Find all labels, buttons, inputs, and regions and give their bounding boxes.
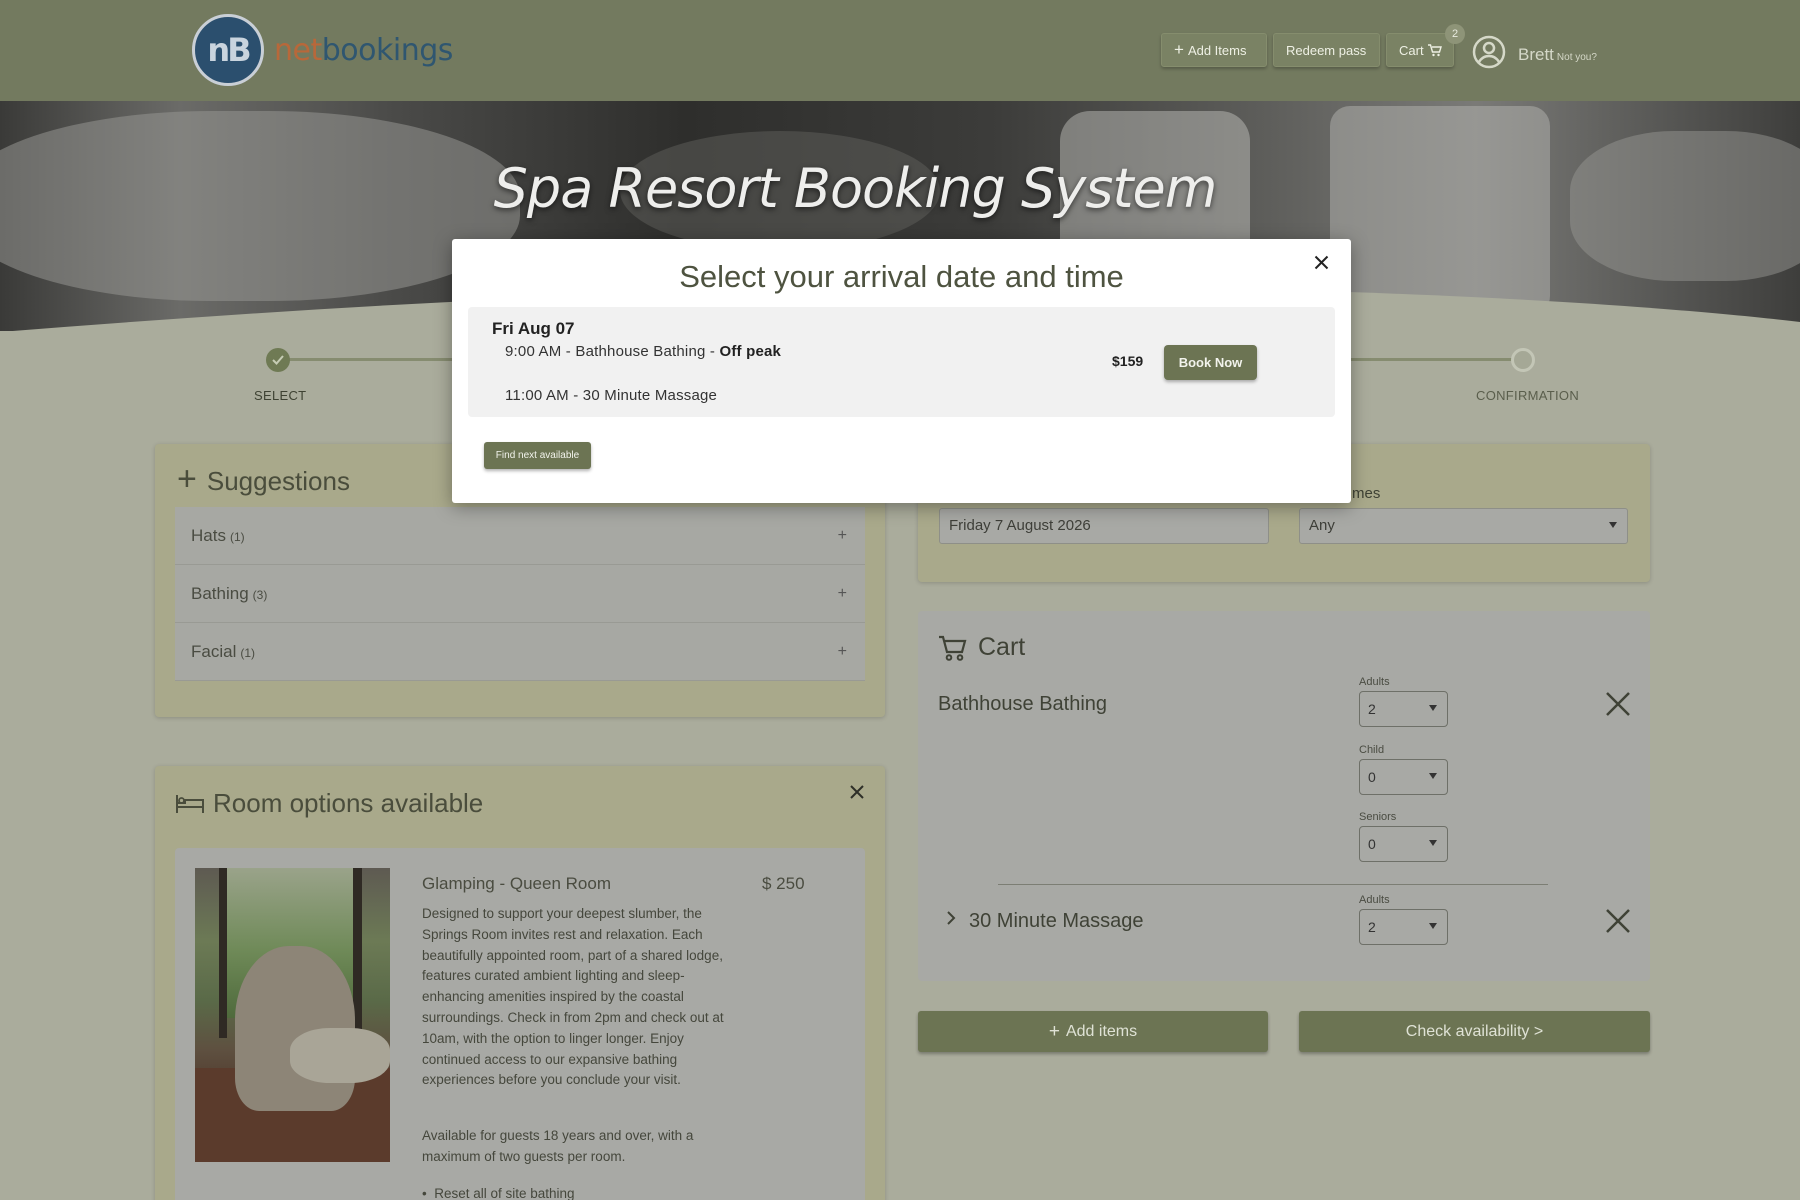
slot-date: Fri Aug 07 xyxy=(492,319,575,338)
find-next-available-button[interactable]: Find next available xyxy=(484,442,591,469)
book-now-button[interactable]: Book Now xyxy=(1164,345,1257,380)
close-icon[interactable] xyxy=(1314,255,1329,270)
slot-line-massage: 11:00 AM - 30 Minute Massage xyxy=(505,387,718,404)
modal-title: Select your arrival date and time xyxy=(679,259,1124,294)
arrival-time-modal: Select your arrival date and time Fri Au… xyxy=(452,239,1351,503)
slot-price: $159 xyxy=(1112,353,1144,369)
off-peak-label: Off peak xyxy=(719,343,782,360)
modal-overlay[interactable] xyxy=(0,0,1800,1200)
slot-line-bathing: 9:00 AM - Bathhouse Bathing - Off peak xyxy=(505,343,781,360)
slot-line-bathing-text: 9:00 AM - Bathhouse Bathing - xyxy=(505,343,720,360)
time-slot-option: Fri Aug 07 9:00 AM - Bathhouse Bathing -… xyxy=(468,307,1335,417)
